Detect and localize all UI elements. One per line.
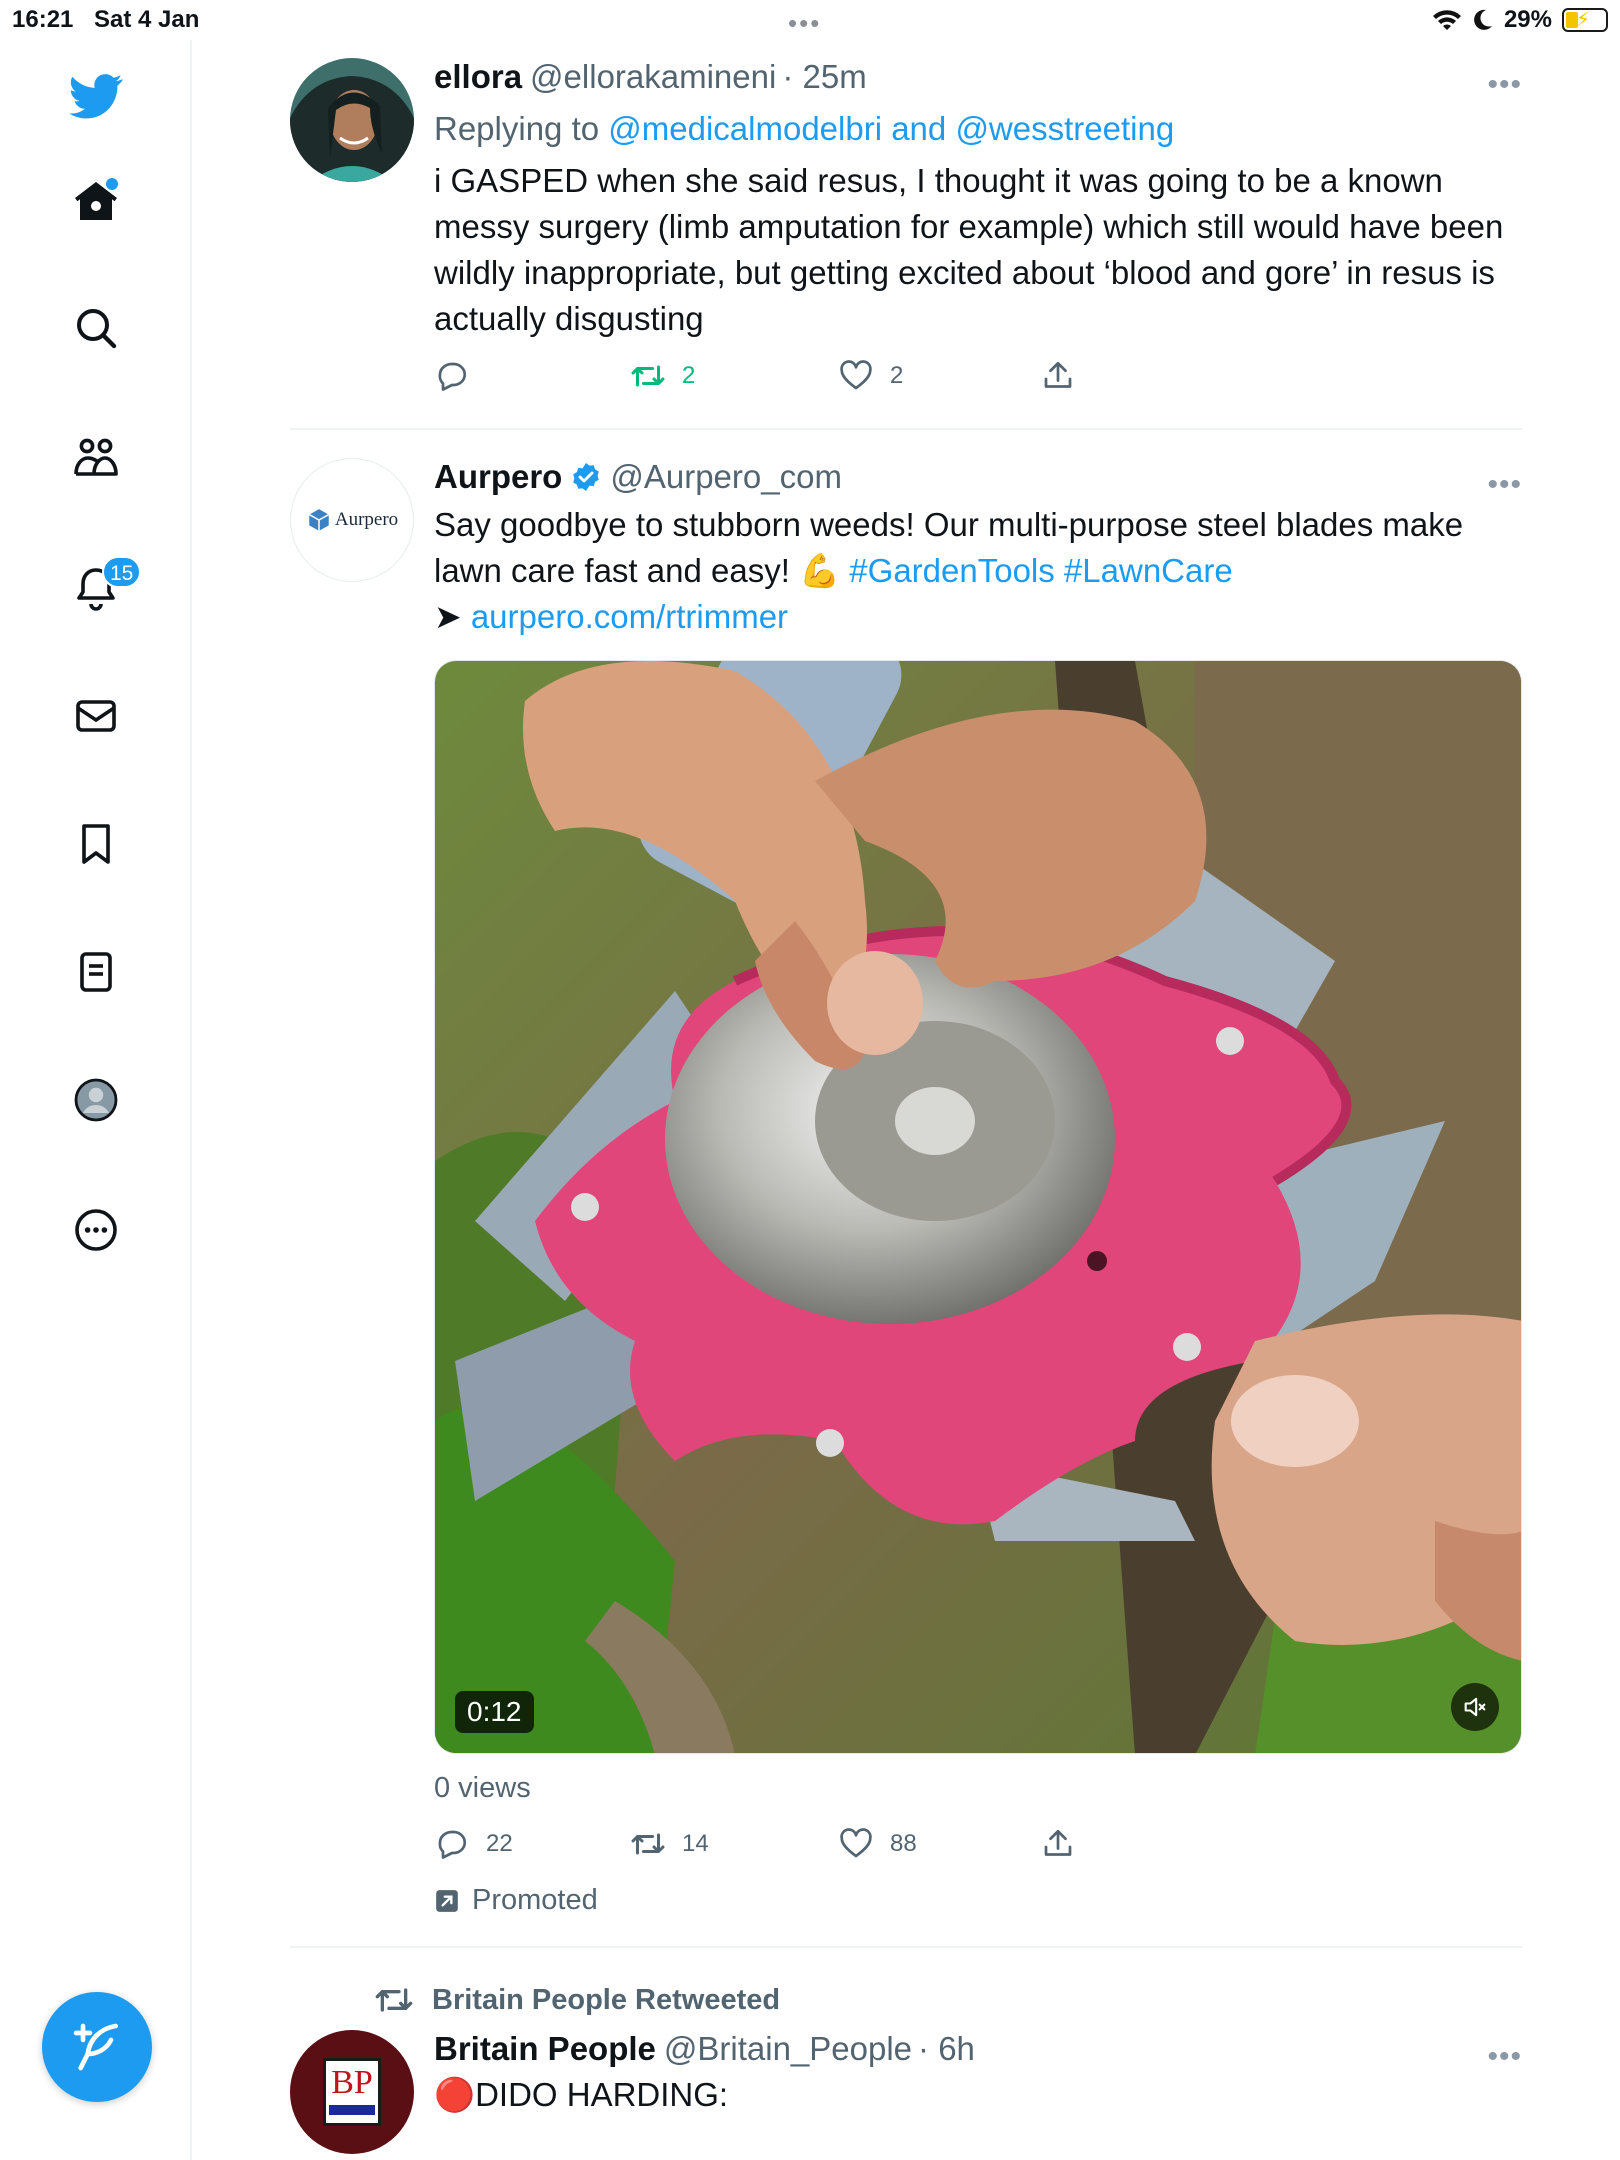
home-unread-dot — [106, 178, 118, 190]
tweet-header: ellora @ellorakamineni · 25m — [434, 58, 1522, 96]
view-count: 0 views — [434, 1772, 531, 1804]
author-handle[interactable]: @Aurpero_com — [610, 458, 842, 496]
battery-icon: ⚡ — [1562, 8, 1608, 32]
lists-icon[interactable] — [58, 934, 134, 1010]
retweet-icon — [631, 365, 665, 387]
tweet-content: Britain People @Britain_People · 6h ••• … — [434, 2030, 1522, 2118]
heart-icon — [840, 360, 872, 390]
retweet-button[interactable]: 2 — [630, 358, 695, 394]
aurpero-cube-icon — [308, 509, 329, 531]
hashtag-links[interactable]: #GardenTools #LawnCare — [849, 552, 1232, 589]
tweet-more-icon[interactable]: ••• — [1487, 68, 1522, 102]
tweet-time[interactable]: · 25m — [782, 58, 866, 96]
wifi-icon — [1432, 10, 1461, 30]
notifications-badge: 15 — [102, 556, 142, 588]
replying-to: Replying to @medicalmodelbri and @wesstr… — [434, 110, 1522, 148]
home-icon[interactable] — [58, 164, 134, 240]
reply-count: 22 — [486, 1830, 513, 1857]
tweet[interactable]: BP Britain People @Britain_People · 6h •… — [290, 2030, 1522, 2160]
tweet-more-icon[interactable]: ••• — [1487, 2040, 1522, 2074]
arrow-glyph: ➤ — [434, 598, 471, 635]
author-name[interactable]: Britain People — [434, 2030, 656, 2068]
avatar[interactable]: Aurpero — [290, 458, 414, 582]
video-frame — [435, 661, 1521, 1753]
compose-tweet-button[interactable] — [42, 1992, 152, 2102]
tweet-header: Aurpero @Aurpero_com — [434, 458, 1522, 496]
speaker-muted-icon — [1464, 1697, 1486, 1717]
divider — [290, 428, 1522, 430]
bp-logo: BP — [323, 2058, 381, 2126]
bp-logo-text: BP — [331, 2064, 373, 2101]
reply-icon — [438, 362, 467, 391]
retweeted-by[interactable]: Britain People Retweeted — [374, 1980, 780, 2020]
mention-link[interactable]: @medicalmodelbri — [608, 110, 882, 147]
promoted-label[interactable]: Promoted — [434, 1884, 598, 1917]
profile-icon[interactable] — [58, 1062, 134, 1138]
retweeted-by-text: Britain People Retweeted — [432, 1983, 781, 2016]
avatar[interactable] — [290, 58, 414, 182]
tweet-text: Say goodbye to stubborn weeds! Our multi… — [434, 502, 1522, 640]
video-player[interactable]: 0:12 — [434, 660, 1522, 1754]
tweet-header: Britain People @Britain_People · 6h — [434, 2030, 1522, 2068]
divider — [290, 1946, 1522, 1948]
messages-icon[interactable] — [58, 678, 134, 754]
reply-icon — [438, 1830, 467, 1859]
retweet-count: 14 — [682, 1830, 709, 1857]
multitasking-dots-icon[interactable]: ••• — [788, 8, 821, 39]
avatar-wordmark: Aurpero — [334, 509, 399, 530]
compose-feather-icon — [73, 2023, 118, 2071]
author-name[interactable]: ellora — [434, 58, 522, 96]
replying-and: and — [882, 110, 956, 147]
tweet-time[interactable]: · 6h — [918, 2030, 975, 2068]
tweet-more-icon[interactable]: ••• — [1487, 468, 1522, 502]
promoted-text: Promoted — [472, 1884, 598, 1916]
search-icon[interactable] — [58, 290, 134, 366]
mute-button[interactable] — [1451, 1683, 1499, 1731]
tweet-actions: 2 2 — [434, 358, 1134, 402]
reply-button[interactable]: 22 — [434, 1826, 513, 1862]
status-time: 16:21 — [12, 6, 74, 33]
tweet-actions: 22 14 88 — [434, 1826, 1134, 1870]
video-duration: 0:12 — [455, 1691, 534, 1733]
communities-icon[interactable] — [58, 420, 134, 496]
like-button[interactable]: 88 — [838, 1826, 917, 1862]
replying-prefix: Replying to — [434, 110, 609, 147]
status-right: 29% ⚡ — [1432, 6, 1608, 34]
share-icon — [1044, 1829, 1072, 1856]
more-icon[interactable] — [58, 1192, 134, 1268]
author-name[interactable]: Aurpero — [434, 458, 562, 496]
verified-badge-icon — [573, 463, 600, 491]
mention-link[interactable]: @wesstreeting — [955, 110, 1174, 147]
notifications-icon[interactable]: 15 — [58, 550, 142, 626]
tweet-text: i GASPED when she said resus, I thought … — [434, 162, 1504, 337]
reply-button[interactable] — [434, 358, 486, 394]
url-link[interactable]: aurpero.com/rtrimmer — [471, 598, 788, 635]
tweet-content: ellora @ellorakamineni · 25m ••• Replyin… — [434, 58, 1522, 342]
promoted-icon — [436, 1889, 458, 1912]
battery-percent: 29% — [1503, 6, 1552, 33]
retweet-count: 2 — [682, 362, 696, 389]
heart-icon — [840, 1828, 872, 1858]
like-count: 88 — [890, 1830, 917, 1857]
status-date: Sat 4 Jan — [94, 6, 200, 33]
like-count: 2 — [890, 362, 904, 389]
avatar[interactable]: BP — [290, 2030, 414, 2154]
status-bar: 16:21 Sat 4 Jan ••• 29% ⚡ — [0, 0, 1620, 40]
share-button[interactable] — [1040, 1826, 1076, 1862]
sidebar: 15 — [0, 40, 192, 2160]
retweet-icon — [631, 1833, 665, 1855]
author-handle[interactable]: @ellorakamineni — [530, 58, 776, 96]
share-icon — [1044, 361, 1072, 388]
share-button[interactable] — [1040, 358, 1076, 394]
moon-icon — [1474, 9, 1492, 30]
tweet-content: Aurpero @Aurpero_com ••• Say goodbye to … — [434, 458, 1522, 640]
bookmarks-icon[interactable] — [58, 806, 134, 882]
like-button[interactable]: 2 — [838, 358, 903, 394]
tweet[interactable]: Aurpero Aurpero @Aurpero_com ••• Say goo… — [290, 458, 1522, 638]
author-handle[interactable]: @Britain_People — [664, 2030, 912, 2068]
tweet-text: 🔴DIDO HARDING: — [434, 2076, 729, 2113]
retweet-button[interactable]: 14 — [630, 1826, 709, 1862]
twitter-logo-icon[interactable] — [58, 58, 134, 134]
retweet-icon — [375, 1988, 413, 2012]
